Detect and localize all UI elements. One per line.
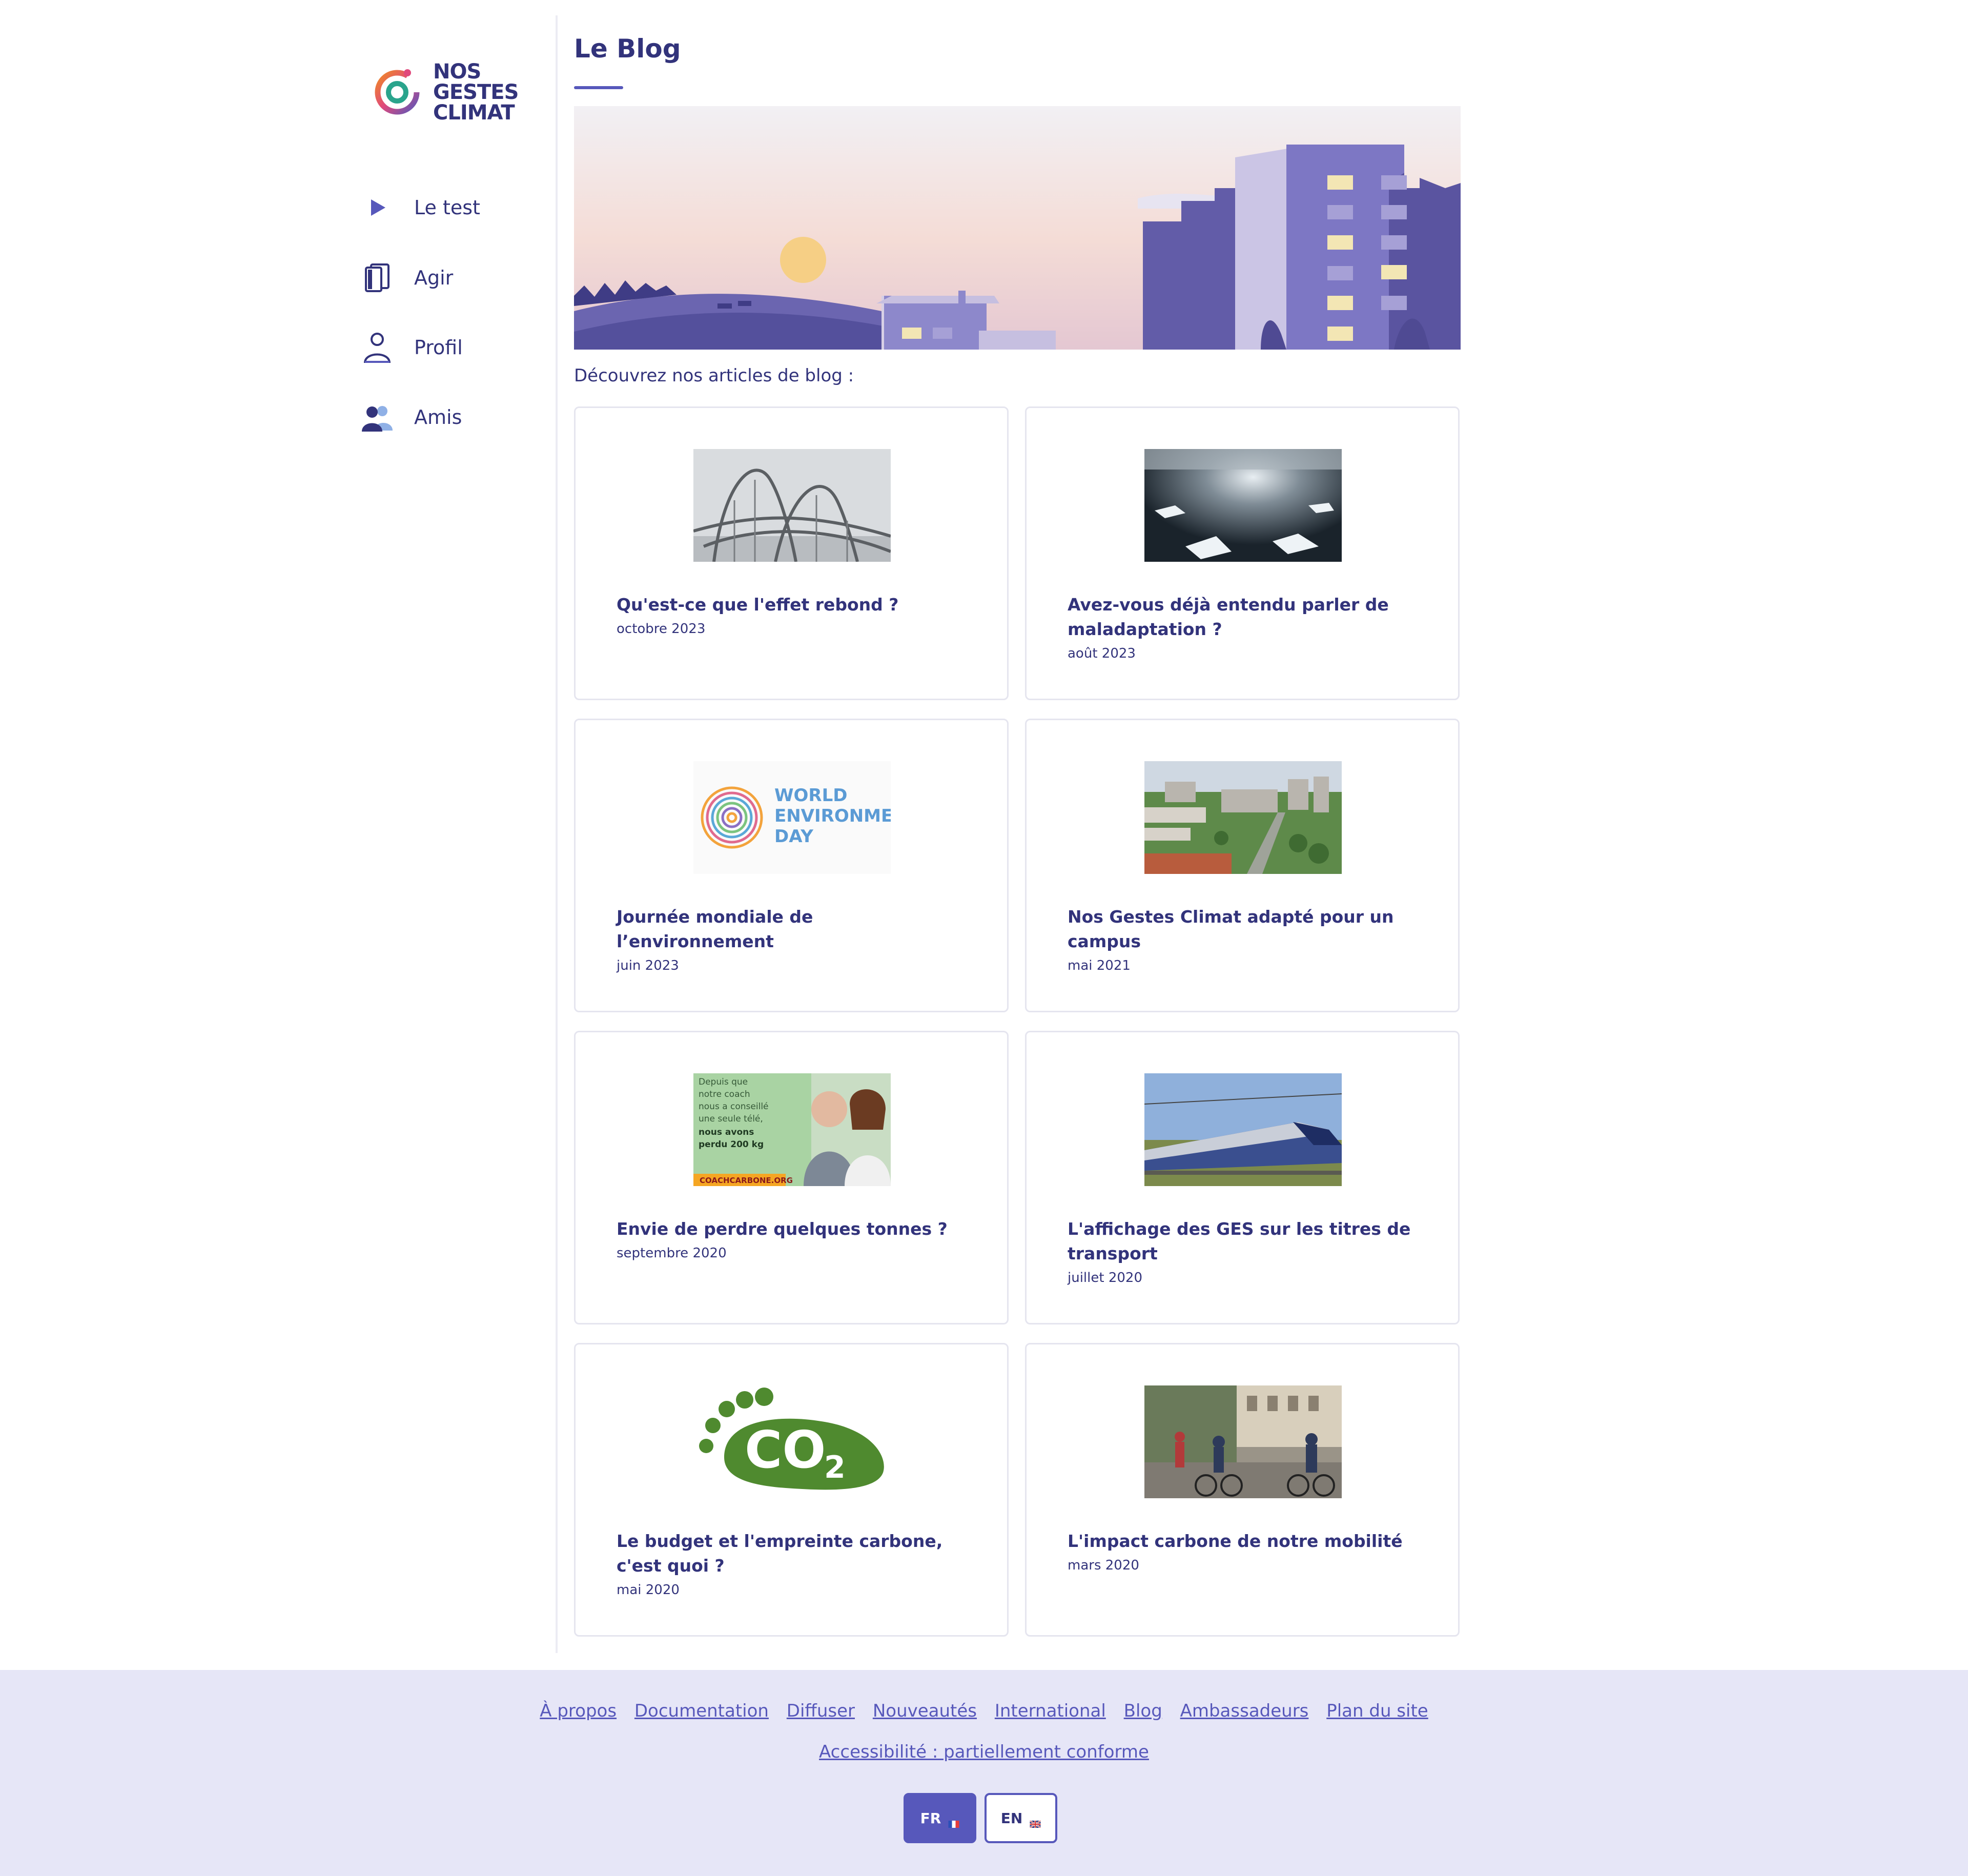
footer-link-documentation[interactable]: Documentation xyxy=(634,1701,769,1721)
article-card[interactable]: Qu'est-ce que l'effet rebond ? octobre 20… xyxy=(574,406,1009,700)
footer-link-plan-du-site[interactable]: Plan du site xyxy=(1326,1701,1428,1721)
cyclists-street-photo xyxy=(1144,1385,1342,1498)
article-title: Journée mondiale de l’environnement xyxy=(617,907,813,951)
language-button-fr[interactable]: FR xyxy=(904,1793,976,1843)
nav-item-label: Amis xyxy=(414,406,462,429)
nav-item-le-test[interactable]: Le test xyxy=(359,185,554,231)
uk-flag-icon xyxy=(1030,1814,1041,1829)
footer-link-international[interactable]: International xyxy=(995,1701,1106,1721)
article-title: L'affichage des GES sur les titres de tr… xyxy=(1068,1219,1411,1263)
logo-ring-icon xyxy=(375,69,420,115)
article-date: août 2023 xyxy=(1068,646,1136,661)
footer-link-ambassadeurs[interactable]: Ambassadeurs xyxy=(1180,1701,1309,1721)
coach-carbone-ad: Depuis que notre coach nous a conseillé une… xyxy=(693,1073,891,1186)
nav-item-label: Profil xyxy=(414,336,463,359)
nav-item-label: Le test xyxy=(414,196,480,219)
article-card[interactable]: L'affichage des GES sur les titres de tr… xyxy=(1025,1031,1460,1324)
nav-item-label: Agir xyxy=(414,267,454,289)
co2-text: CO xyxy=(745,1420,826,1480)
rollercoaster-photo xyxy=(693,449,891,562)
sidebar-divider xyxy=(556,15,558,1653)
play-icon xyxy=(359,189,396,226)
article-date: septembre 2020 xyxy=(617,1246,727,1261)
article-card[interactable]: Nos Gestes Climat adapté pour un campus m… xyxy=(1025,719,1460,1012)
nav-item-agir[interactable]: Agir xyxy=(359,255,554,301)
article-date: octobre 2023 xyxy=(617,621,706,637)
article-date: mai 2021 xyxy=(1068,958,1131,973)
article-card[interactable]: Avez-vous déjà entendu parler de maladap… xyxy=(1025,406,1460,700)
footer-link-blog[interactable]: Blog xyxy=(1124,1701,1162,1721)
article-card[interactable]: L'impact carbone de notre mobilité mars 2… xyxy=(1025,1343,1460,1637)
footer-link-a-propos[interactable]: À propos xyxy=(540,1701,617,1721)
article-date: juillet 2020 xyxy=(1068,1270,1142,1286)
language-code: EN xyxy=(1000,1809,1023,1827)
article-title: Qu'est-ce que l'effet rebond ? xyxy=(617,595,899,615)
group-icon xyxy=(359,399,396,436)
french-flag-icon xyxy=(948,1814,959,1828)
language-button-en[interactable]: EN xyxy=(985,1793,1057,1843)
tgv-train-photo xyxy=(1144,1073,1342,1186)
article-title: Envie de perdre quelques tonnes ? xyxy=(617,1219,948,1239)
accessibility-link[interactable]: Accessibilité : partiellement conforme xyxy=(819,1742,1149,1762)
article-date: mai 2020 xyxy=(617,1582,680,1598)
article-title: Avez-vous déjà entendu parler de maladap… xyxy=(1068,595,1389,639)
footer-link-diffuser[interactable]: Diffuser xyxy=(787,1701,855,1721)
language-code: FR xyxy=(920,1809,941,1827)
title-underline xyxy=(574,86,623,89)
world-environment-day-logo: WORLDENVIRONMENTDAY xyxy=(693,761,891,874)
intro-text: Découvrez nos articles de blog : xyxy=(574,365,854,386)
article-title: Le budget et l'empreinte carbone, c'est … xyxy=(617,1531,943,1576)
article-title: L'impact carbone de notre mobilité xyxy=(1068,1531,1403,1551)
nav-item-profil[interactable]: Profil xyxy=(359,324,554,371)
nav-item-amis[interactable]: Amis xyxy=(359,394,554,440)
co2-footprint-grass: CO 2 xyxy=(693,1385,891,1498)
hero-illustration xyxy=(574,106,1461,350)
cards-icon xyxy=(359,259,396,296)
article-card[interactable]: Depuis que notre coach nous a conseillé une… xyxy=(574,1031,1009,1324)
article-card[interactable]: CO 2 Le budget et l'empreinte carbone, c… xyxy=(574,1343,1009,1637)
coach-brand-text: COACHCARBONE.ORG xyxy=(700,1176,793,1185)
nos-gestes-climat-logo[interactable]: NOS GESTES CLIMAT xyxy=(372,62,525,123)
footer-links: À propos Documentation Diffuser Nouveaut… xyxy=(0,1701,1968,1721)
svg-text:2: 2 xyxy=(824,1450,846,1485)
article-date: mars 2020 xyxy=(1068,1558,1139,1573)
footer: À propos Documentation Diffuser Nouveaut… xyxy=(0,1670,1968,1876)
person-icon xyxy=(359,329,396,366)
sidebar: NOS GESTES CLIMAT Le test Agir Profil Am… xyxy=(0,0,556,1653)
article-card[interactable]: WORLDENVIRONMENTDAY Journée mondiale de … xyxy=(574,719,1009,1012)
page-title: Le Blog xyxy=(574,34,681,64)
logo-text: NOS GESTES CLIMAT xyxy=(433,60,519,125)
footer-link-nouveautes[interactable]: Nouveautés xyxy=(873,1701,977,1721)
campus-aerial-photo xyxy=(1144,761,1342,874)
article-title: Nos Gestes Climat adapté pour un campus xyxy=(1068,907,1394,951)
article-date: juin 2023 xyxy=(617,958,679,973)
melting-ice-photo xyxy=(1144,449,1342,562)
